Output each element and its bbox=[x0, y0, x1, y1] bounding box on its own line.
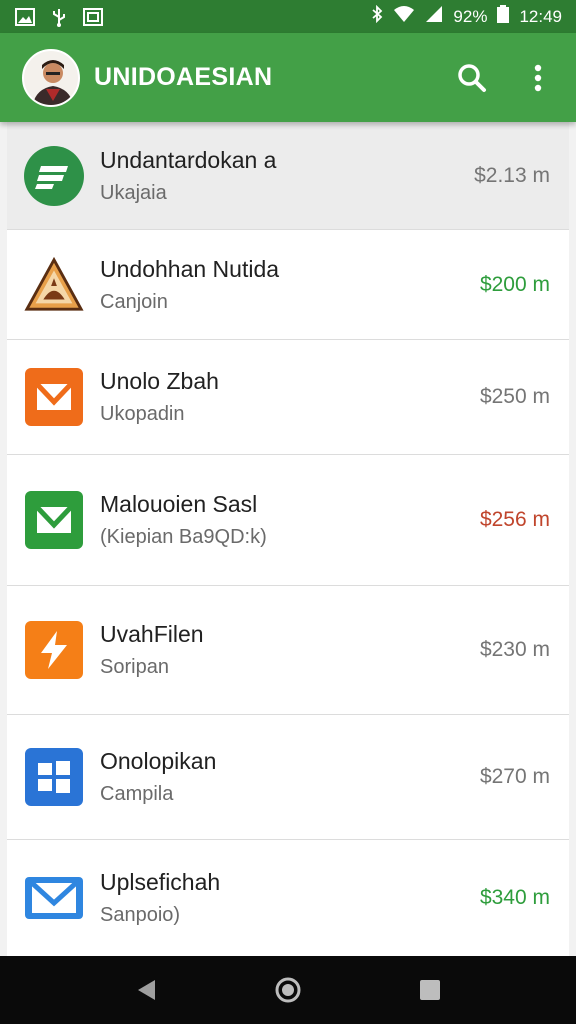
transaction-list: Undantardokan a Ukajaia $2.13 m Undohhan… bbox=[7, 122, 569, 956]
item-amount: $230 m bbox=[479, 638, 550, 661]
recents-icon[interactable] bbox=[412, 972, 448, 1008]
item-title: Unolo Zbah bbox=[100, 368, 219, 394]
item-subtitle: (Kiepian Ba9QD:k) bbox=[100, 526, 267, 548]
list-item[interactable]: Undohhan Nutida Canjoin $200 m bbox=[7, 230, 569, 340]
status-bar: 92% 12:49 bbox=[0, 0, 576, 33]
item-title: Malouoien Sasl bbox=[100, 491, 258, 517]
avatar[interactable] bbox=[22, 48, 80, 107]
app-title: UNIDOAESIAN bbox=[94, 63, 273, 91]
document-icon bbox=[24, 145, 84, 206]
signal-icon bbox=[425, 5, 443, 28]
home-icon[interactable] bbox=[270, 972, 306, 1008]
item-title: Undohhan Nutida bbox=[100, 255, 280, 282]
bolt-icon bbox=[24, 620, 84, 680]
mail-icon bbox=[24, 868, 84, 928]
bluetooth-icon bbox=[371, 4, 383, 28]
item-title: Onolopikan bbox=[100, 748, 217, 774]
clock: 12:49 bbox=[519, 6, 562, 26]
item-title: UvahFilen bbox=[100, 621, 204, 647]
windows-icon bbox=[24, 747, 84, 807]
search-icon[interactable] bbox=[452, 58, 492, 98]
battery-text: 92% bbox=[453, 6, 488, 26]
list-item[interactable]: Uplsefichah Sanpoio) $340 m bbox=[7, 840, 569, 956]
item-amount: $250 m bbox=[479, 385, 550, 408]
item-amount: $340 m bbox=[479, 886, 550, 909]
app-bar: UNIDOAESIAN bbox=[0, 33, 576, 122]
list-item[interactable]: Undantardokan a Ukajaia $2.13 m bbox=[7, 122, 569, 230]
list-item[interactable]: Onolopikan Campila $270 m bbox=[7, 715, 569, 840]
gallery-icon bbox=[82, 7, 104, 27]
item-title: Undantardokan a bbox=[100, 146, 277, 173]
wifi-icon bbox=[393, 5, 415, 28]
item-subtitle: Canjoin bbox=[100, 290, 168, 313]
triangle-emblem-icon bbox=[24, 255, 84, 315]
item-subtitle: Campila bbox=[100, 783, 174, 805]
back-icon[interactable] bbox=[128, 972, 164, 1008]
item-amount: $270 m bbox=[479, 765, 550, 788]
item-amount: $256 m bbox=[479, 508, 550, 531]
item-subtitle: Ukajaia bbox=[100, 181, 167, 204]
more-vert-icon[interactable] bbox=[518, 58, 558, 98]
image-icon bbox=[14, 7, 36, 27]
item-subtitle: Sanpoio) bbox=[100, 904, 181, 926]
list-item[interactable]: UvahFilen Soripan $230 m bbox=[7, 586, 569, 715]
battery-icon bbox=[497, 5, 510, 28]
usb-icon bbox=[48, 7, 70, 27]
item-title: Uplsefichah bbox=[100, 869, 221, 895]
item-amount: $200 m bbox=[479, 272, 550, 296]
mail-icon bbox=[24, 367, 84, 427]
mail-icon bbox=[24, 490, 84, 550]
list-item[interactable]: Malouoien Sasl (Kiepian Ba9QD:k) $256 m bbox=[7, 455, 569, 586]
item-amount: $2.13 m bbox=[474, 163, 550, 187]
item-subtitle: Soripan bbox=[100, 656, 169, 678]
item-subtitle: Ukopadin bbox=[100, 403, 185, 425]
list-item[interactable]: Unolo Zbah Ukopadin $250 m bbox=[7, 340, 569, 455]
navigation-bar bbox=[0, 956, 576, 1024]
